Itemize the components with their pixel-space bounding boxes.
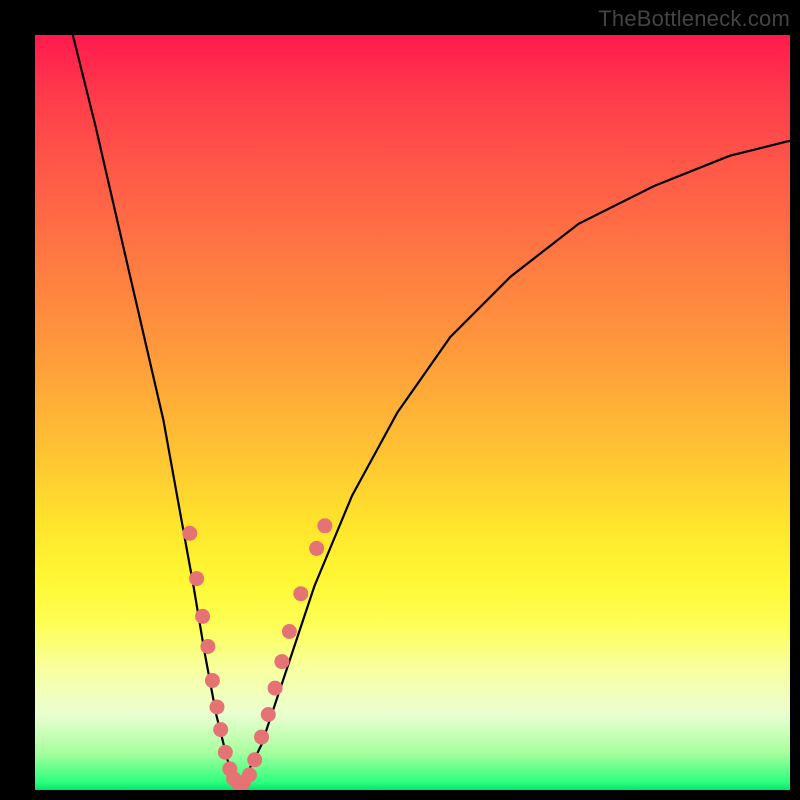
curve-marker xyxy=(247,752,262,767)
curve-marker xyxy=(282,624,297,639)
curve-marker xyxy=(205,673,220,688)
curve-marker xyxy=(274,654,289,669)
curve-marker xyxy=(200,639,215,654)
curve-marker xyxy=(293,586,308,601)
curve-marker xyxy=(261,707,276,722)
curve-marker xyxy=(242,767,257,782)
curve-marker xyxy=(317,518,332,533)
curve-marker xyxy=(218,745,233,760)
curve-marker xyxy=(309,541,324,556)
curve-marker xyxy=(210,700,225,715)
curve-svg xyxy=(35,35,790,790)
plot-area xyxy=(35,35,790,790)
curve-marker xyxy=(213,722,228,737)
bottleneck-curve-path xyxy=(73,35,790,783)
outer-frame: TheBottleneck.com xyxy=(0,0,800,800)
watermark-text: TheBottleneck.com xyxy=(598,6,790,32)
curve-marker xyxy=(189,571,204,586)
curve-marker xyxy=(182,526,197,541)
curve-marker xyxy=(254,730,269,745)
curve-marker xyxy=(195,609,210,624)
curve-marker xyxy=(268,681,283,696)
